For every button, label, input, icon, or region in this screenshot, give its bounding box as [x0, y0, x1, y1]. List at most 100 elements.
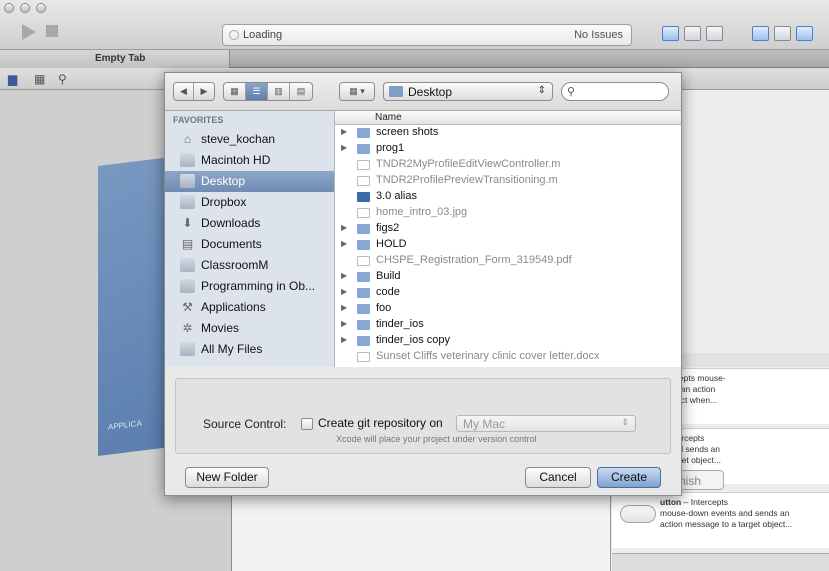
library-item[interactable]: utton – Intercepts mouse-down events and…: [612, 492, 829, 548]
folder-icon: [357, 272, 370, 282]
tab-empty[interactable]: Empty Tab: [0, 50, 230, 68]
create-button[interactable]: Create: [597, 467, 661, 488]
folder-icon: [180, 195, 195, 209]
sidebar-item-desktop[interactable]: Desktop: [165, 171, 334, 192]
file-name: code: [376, 286, 400, 298]
sidebar-item-macintoh-hd[interactable]: Macintoh HD: [165, 150, 334, 171]
navigator-toggle-icon[interactable]: [752, 26, 769, 41]
list-item[interactable]: ▶ tinder_ios copy: [335, 333, 681, 349]
list-item[interactable]: ▶ HOLD: [335, 237, 681, 253]
standard-editor-icon[interactable]: [662, 26, 679, 41]
tab-label: Empty Tab: [95, 53, 146, 64]
list-item[interactable]: TNDR2MyProfileEditViewController.m: [335, 157, 681, 173]
name-column-header[interactable]: Name: [335, 111, 681, 125]
list-item[interactable]: Sunset Cliffs veterinary clinic cover le…: [335, 349, 681, 365]
sidebar-item-dropbox[interactable]: Dropbox: [165, 192, 334, 213]
search-input[interactable]: ⚲: [561, 82, 669, 101]
sheet-toolbar: ◀ ▶ ▦ ☰ ▥ ▤ ▦ ▾ Desktop ⇕ ⚲: [165, 73, 681, 111]
disclosure-icon[interactable]: ▶: [341, 303, 347, 312]
list-item[interactable]: ▶ code: [335, 285, 681, 301]
disclosure-icon[interactable]: ▶: [341, 239, 347, 248]
sidebar-item-steve-kochan[interactable]: ⌂ steve_kochan: [165, 129, 334, 150]
sidebar-item-label: Dropbox: [201, 195, 247, 209]
zoom-window-button[interactable]: [36, 3, 46, 13]
version-editor-icon[interactable]: [706, 26, 723, 41]
create-git-repo-checkbox[interactable]: [301, 418, 313, 430]
sidebar-item-programming[interactable]: Programming in Ob...: [165, 276, 334, 297]
downloads-icon: ⬇: [182, 216, 193, 230]
sidebar-item-classroomm[interactable]: ClassroomM: [165, 255, 334, 276]
list-item[interactable]: 3.0 alias: [335, 189, 681, 205]
forward-icon[interactable]: ▶: [194, 83, 214, 100]
button-icon: [620, 505, 656, 523]
view-mode-control[interactable]: ▦ ☰ ▥ ▤: [223, 82, 313, 101]
location-label: Desktop: [408, 85, 453, 99]
project-navigator-icon[interactable]: ▆: [8, 72, 17, 86]
disclosure-icon[interactable]: ▶: [341, 143, 347, 152]
new-folder-button[interactable]: New Folder: [185, 467, 269, 488]
desktop-folder-icon: [180, 174, 195, 188]
list-item[interactable]: ▶ tinder_ios: [335, 317, 681, 333]
location-popup[interactable]: Desktop ⇕: [383, 82, 553, 101]
sidebar-item-label: Movies: [201, 321, 240, 335]
list-item[interactable]: ▶ foo: [335, 301, 681, 317]
back-forward-control[interactable]: ◀ ▶: [173, 82, 215, 101]
coverflow-view-icon[interactable]: ▤: [290, 83, 312, 100]
folder-icon: [180, 279, 195, 293]
cancel-button[interactable]: Cancel: [525, 467, 591, 488]
favorites-header: FAVORITES: [173, 115, 224, 125]
disclosure-icon[interactable]: ▶: [341, 319, 347, 328]
create-git-repo-label[interactable]: Create git repository on: [318, 416, 443, 430]
file-name: home_intro_03.jpg: [376, 206, 468, 218]
list-item[interactable]: ▶ screen shots: [335, 125, 681, 141]
list-item[interactable]: TNDR2ProfilePreviewTransitioning.m: [335, 173, 681, 189]
disclosure-icon[interactable]: ▶: [341, 223, 347, 232]
file-name: 3.0 alias: [376, 190, 417, 202]
file-icon: [357, 352, 370, 362]
folder-icon: [357, 128, 370, 138]
symbol-navigator-icon[interactable]: ▦: [34, 72, 45, 86]
column-view-icon[interactable]: ▥: [268, 83, 290, 100]
stop-button[interactable]: [46, 25, 58, 37]
folder-icon: [357, 224, 370, 234]
list-item[interactable]: ▶ prog1: [335, 141, 681, 157]
sidebar-item-downloads[interactable]: ⬇ Downloads: [165, 213, 334, 234]
folder-icon: [180, 258, 195, 272]
list-item[interactable]: home_intro_03.jpg: [335, 205, 681, 221]
disclosure-icon[interactable]: ▶: [341, 335, 347, 344]
sidebar-item-movies[interactable]: ✲ Movies: [165, 318, 334, 339]
list-item[interactable]: CHSPE_Registration_Form_319549.pdf: [335, 253, 681, 269]
movies-icon: ✲: [182, 321, 193, 335]
sidebar-item-label: All My Files: [201, 342, 263, 356]
sidebar-item-all-my-files[interactable]: All My Files: [165, 339, 334, 360]
git-location-value: My Mac: [463, 417, 505, 431]
disclosure-icon[interactable]: ▶: [341, 287, 347, 296]
git-location-popup[interactable]: My Mac ⇕: [456, 415, 636, 432]
close-window-button[interactable]: [4, 3, 14, 13]
minimize-window-button[interactable]: [20, 3, 30, 13]
debug-area-toggle-icon[interactable]: [774, 26, 791, 41]
favorites-sidebar: FAVORITES ⌂ steve_kochan Macintoh HD Des…: [165, 111, 335, 367]
issues-status: No Issues: [574, 29, 623, 41]
arrange-icon[interactable]: ▦ ▾: [340, 83, 374, 100]
icon-view-icon[interactable]: ▦: [224, 83, 246, 100]
utilities-toggle-icon[interactable]: [796, 26, 813, 41]
sidebar-item-documents[interactable]: ▤ Documents: [165, 234, 334, 255]
disclosure-icon[interactable]: ▶: [341, 127, 347, 136]
image-file-icon: [357, 208, 370, 218]
list-item[interactable]: ▶ Build: [335, 269, 681, 285]
assistant-editor-icon[interactable]: [684, 26, 701, 41]
file-icon: [357, 160, 370, 170]
sidebar-item-applications[interactable]: ⚒ Applications: [165, 297, 334, 318]
file-name: screen shots: [376, 126, 439, 138]
sidebar-item-label: Programming in Ob...: [201, 279, 316, 293]
arrange-menu[interactable]: ▦ ▾: [339, 82, 375, 101]
disclosure-icon[interactable]: ▶: [341, 271, 347, 280]
list-item[interactable]: ▶ figs2: [335, 221, 681, 237]
search-navigator-icon[interactable]: ⚲: [58, 72, 67, 86]
all-files-icon: [180, 342, 195, 356]
list-view-icon[interactable]: ☰: [246, 83, 268, 100]
blueprint-text: APPLICA: [108, 418, 142, 432]
run-button[interactable]: [22, 24, 36, 40]
back-icon[interactable]: ◀: [174, 83, 194, 100]
